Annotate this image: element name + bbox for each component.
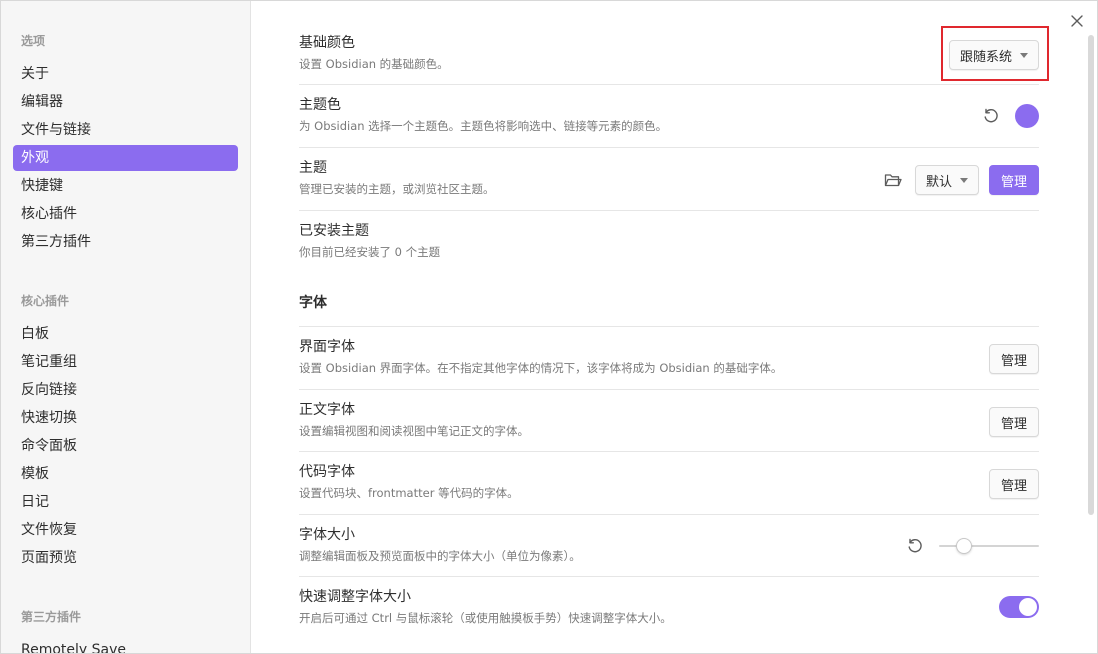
setting-theme: 主题 管理已安装的主题，或浏览社区主题。 默认 管理 bbox=[299, 148, 1039, 211]
sidebar-item-page-preview[interactable]: 页面预览 bbox=[13, 545, 238, 571]
setting-desc: 设置代码块、frontmatter 等代码的字体。 bbox=[299, 486, 519, 500]
sidebar-item-editor[interactable]: 编辑器 bbox=[13, 89, 238, 115]
setting-desc: 开启后可通过 Ctrl 与鼠标滚轮（或使用触摸板手势）快速调整字体大小。 bbox=[299, 611, 672, 625]
setting-name: 代码字体 bbox=[299, 464, 355, 480]
setting-name: 字体大小 bbox=[299, 527, 355, 543]
setting-installed-themes: 已安装主题 你目前已经安装了 0 个主题 bbox=[299, 211, 1039, 273]
toggle-knob bbox=[1019, 598, 1037, 616]
setting-quick-font-size: 快速调整字体大小 开启后可通过 Ctrl 与鼠标滚轮（或使用触摸板手势）快速调整… bbox=[299, 577, 1039, 639]
setting-desc: 设置 Obsidian 界面字体。在不指定其他字体的情况下，该字体将成为 Obs… bbox=[299, 361, 783, 375]
setting-name: 正文字体 bbox=[299, 402, 355, 418]
close-icon[interactable] bbox=[1067, 11, 1087, 31]
setting-name: 已安装主题 bbox=[299, 223, 369, 239]
manage-text-font-button[interactable]: 管理 bbox=[988, 407, 1039, 437]
manage-interface-font-button[interactable]: 管理 bbox=[988, 344, 1039, 374]
sidebar-item-quick-switcher[interactable]: 快速切换 bbox=[13, 405, 238, 431]
settings-sidebar: 选项 关于 编辑器 文件与链接 外观 快捷键 核心插件 第三方插件 核心插件 白… bbox=[1, 1, 251, 653]
sidebar-item-hotkeys[interactable]: 快捷键 bbox=[13, 173, 238, 199]
setting-monospace-font: 代码字体 设置代码块、frontmatter 等代码的字体。 管理 bbox=[299, 452, 1039, 515]
setting-desc: 你目前已经安装了 0 个主题 bbox=[299, 245, 441, 259]
sidebar-item-canvas[interactable]: 白板 bbox=[13, 321, 238, 347]
sidebar-group-title-core-plugins: 核心插件 bbox=[21, 294, 70, 308]
setting-text-font: 正文字体 设置编辑视图和阅读视图中笔记正文的字体。 管理 bbox=[299, 390, 1039, 452]
setting-desc: 为 Obsidian 选择一个主题色。主题色将影响选中、链接等元素的颜色。 bbox=[299, 119, 668, 133]
setting-desc: 设置 Obsidian 的基础颜色。 bbox=[299, 57, 449, 71]
sidebar-item-file-recovery[interactable]: 文件恢复 bbox=[13, 517, 238, 543]
settings-window: 选项 关于 编辑器 文件与链接 外观 快捷键 核心插件 第三方插件 核心插件 白… bbox=[0, 0, 1098, 654]
setting-name: 界面字体 bbox=[299, 339, 355, 355]
accent-color-swatch[interactable] bbox=[1015, 104, 1039, 128]
sidebar-item-command-palette[interactable]: 命令面板 bbox=[13, 433, 238, 459]
setting-base-color: 基础颜色 设置 Obsidian 的基础颜色。 跟随系统 bbox=[299, 23, 1049, 85]
manage-monospace-font-button[interactable]: 管理 bbox=[988, 469, 1039, 499]
reset-icon[interactable] bbox=[981, 106, 1001, 126]
folder-icon[interactable] bbox=[883, 170, 903, 190]
sidebar-item-daily-notes[interactable]: 日记 bbox=[13, 489, 238, 515]
setting-font-size: 字体大小 调整编辑面板及预览面板中的字体大小（单位为像素）。 bbox=[299, 515, 1039, 577]
setting-name: 快速调整字体大小 bbox=[299, 589, 411, 605]
setting-interface-font: 界面字体 设置 Obsidian 界面字体。在不指定其他字体的情况下，该字体将成… bbox=[299, 327, 1039, 390]
sidebar-item-community-plugins[interactable]: 第三方插件 bbox=[13, 229, 238, 255]
setting-name: 主题色 bbox=[299, 97, 341, 113]
slider-track bbox=[939, 545, 1039, 547]
setting-desc: 设置编辑视图和阅读视图中笔记正文的字体。 bbox=[299, 424, 529, 438]
sidebar-item-note-composer[interactable]: 笔记重组 bbox=[13, 349, 238, 375]
sidebar-group-title-options: 选项 bbox=[21, 34, 46, 48]
dropdown-value: 默认 bbox=[925, 174, 952, 190]
theme-dropdown[interactable]: 默认 bbox=[914, 165, 979, 195]
setting-accent-color: 主题色 为 Obsidian 选择一个主题色。主题色将影响选中、链接等元素的颜色… bbox=[299, 85, 1039, 148]
settings-content: 基础颜色 设置 Obsidian 的基础颜色。 跟随系统 主题色 为 Obsid… bbox=[251, 1, 1097, 653]
font-size-slider[interactable] bbox=[939, 536, 1039, 556]
sidebar-item-appearance[interactable]: 外观 bbox=[13, 145, 238, 171]
slider-thumb[interactable] bbox=[955, 538, 972, 554]
sidebar-item-backlinks[interactable]: 反向链接 bbox=[13, 377, 238, 403]
setting-desc: 调整编辑面板及预览面板中的字体大小（单位为像素）。 bbox=[299, 549, 581, 563]
sidebar-item-remotely-save[interactable]: Remotely Save bbox=[13, 637, 238, 653]
sidebar-item-about[interactable]: 关于 bbox=[13, 61, 238, 87]
quick-font-size-toggle[interactable] bbox=[999, 596, 1039, 618]
sidebar-item-core-plugins[interactable]: 核心插件 bbox=[13, 201, 238, 227]
setting-name: 基础颜色 bbox=[299, 35, 355, 51]
setting-name: 主题 bbox=[299, 160, 327, 176]
section-heading: 字体 bbox=[299, 295, 327, 311]
sidebar-item-templates[interactable]: 模板 bbox=[13, 461, 238, 487]
sidebar-item-files-links[interactable]: 文件与链接 bbox=[13, 117, 238, 143]
font-section: 字体 bbox=[299, 273, 1039, 327]
chevron-down-icon bbox=[959, 177, 968, 183]
highlight-box bbox=[941, 26, 1049, 81]
manage-themes-button[interactable]: 管理 bbox=[988, 165, 1039, 195]
reset-icon[interactable] bbox=[905, 536, 925, 556]
setting-desc: 管理已安装的主题，或浏览社区主题。 bbox=[299, 182, 495, 196]
sidebar-group-title-community-plugins: 第三方插件 bbox=[21, 610, 82, 624]
scrollbar[interactable] bbox=[1088, 35, 1094, 515]
